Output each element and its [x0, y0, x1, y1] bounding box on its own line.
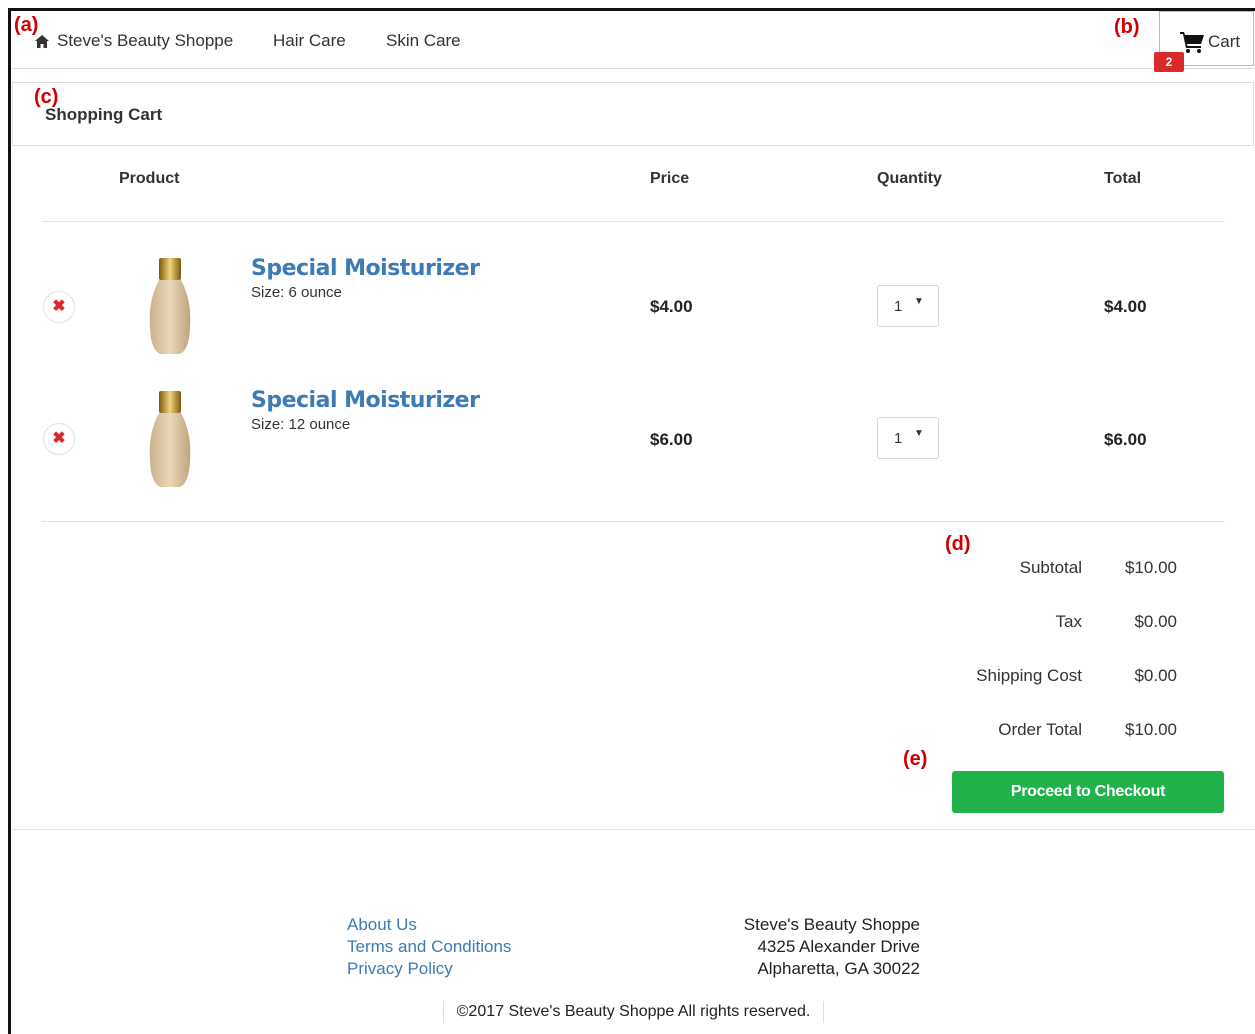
- product-name-link[interactable]: Special Moisturizer: [251, 256, 480, 281]
- brand-label: Steve's Beauty Shoppe: [57, 31, 234, 50]
- product-image: [149, 391, 191, 487]
- shopping-cart-icon: [1180, 32, 1204, 53]
- footer-link-privacy[interactable]: Privacy Policy: [347, 959, 453, 979]
- product-size: Size: 12 ounce: [251, 416, 351, 433]
- quantity-select[interactable]: 1 ▼: [877, 417, 939, 459]
- order-total-label: Order Total: [998, 720, 1082, 739]
- footer-address-city: Alpharetta, GA 30022: [757, 959, 920, 978]
- remove-item-button[interactable]: ✖: [43, 291, 75, 323]
- item-price: $6.00: [650, 430, 693, 449]
- order-total-value: $10.00: [1125, 720, 1177, 739]
- item-price: $4.00: [650, 297, 693, 316]
- tax-label: Tax: [1055, 612, 1082, 631]
- proceed-to-checkout-button[interactable]: Proceed to Checkout: [952, 771, 1224, 813]
- caret-down-icon: ▼: [914, 296, 924, 307]
- footer-divider: [11, 829, 1255, 830]
- subtotal-label: Subtotal: [1019, 558, 1082, 577]
- annotation-d: (d): [945, 533, 971, 555]
- annotation-b: (b): [1114, 16, 1140, 38]
- remove-item-button[interactable]: ✖: [43, 423, 75, 455]
- page-title: Shopping Cart: [45, 105, 163, 124]
- brand-link[interactable]: Steve's Beauty Shoppe: [35, 31, 233, 51]
- footer-address-name: Steve's Beauty Shoppe: [743, 915, 920, 934]
- nav-link-skin-care[interactable]: Skin Care: [386, 31, 461, 51]
- footer-link-terms[interactable]: Terms and Conditions: [347, 937, 511, 957]
- footer-link-about[interactable]: About Us: [347, 915, 417, 935]
- annotation-a: (a): [14, 14, 39, 36]
- tax-value: $0.00: [1134, 612, 1177, 631]
- subtotal-value: $10.00: [1125, 558, 1177, 577]
- shipping-value: $0.00: [1134, 666, 1177, 685]
- times-icon: ✖: [52, 298, 66, 315]
- navbar: Steve's Beauty Shoppe Hair Care Skin Car…: [11, 11, 1255, 72]
- cart-count-badge: 2: [1154, 52, 1184, 72]
- cart-label: Cart: [1208, 32, 1241, 51]
- shipping-label: Shipping Cost: [976, 666, 1082, 685]
- column-header-product: Product: [119, 170, 180, 187]
- quantity-select[interactable]: 1 ▼: [877, 285, 939, 327]
- column-header-quantity: Quantity: [877, 170, 942, 187]
- footer-address-street: 4325 Alexander Drive: [757, 937, 920, 956]
- product-name-link[interactable]: Special Moisturizer: [251, 388, 480, 413]
- times-icon: ✖: [52, 430, 66, 447]
- product-image: [149, 258, 191, 354]
- quantity-value: 1: [894, 430, 903, 447]
- item-total: $6.00: [1104, 430, 1147, 449]
- quantity-value: 1: [894, 298, 903, 315]
- column-header-price: Price: [650, 170, 690, 187]
- copyright-text: ©2017 Steve's Beauty Shoppe All rights r…: [443, 1001, 824, 1023]
- shopping-cart-panel-header: Shopping Cart: [12, 82, 1254, 146]
- divider: [42, 221, 1225, 222]
- annotation-e: (e): [903, 748, 928, 770]
- nav-link-hair-care[interactable]: Hair Care: [273, 31, 346, 51]
- product-size: Size: 6 ounce: [251, 284, 342, 301]
- divider: [42, 521, 1225, 522]
- item-total: $4.00: [1104, 297, 1147, 316]
- cart-button[interactable]: Cart 2: [1154, 11, 1254, 72]
- caret-down-icon: ▼: [914, 428, 924, 439]
- column-header-total: Total: [1104, 170, 1142, 187]
